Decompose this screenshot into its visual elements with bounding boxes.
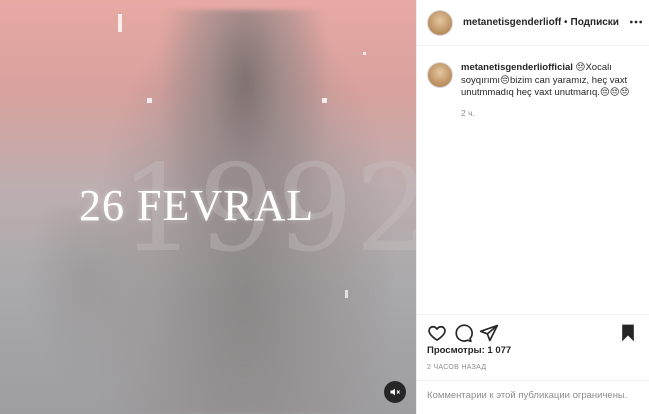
header-separator: • (564, 17, 568, 28)
comment-icon[interactable] (453, 323, 473, 343)
caption-username[interactable]: metanetisgenderliofficial (461, 62, 573, 73)
author-avatar[interactable] (427, 9, 453, 36)
more-horizontal-icon[interactable] (628, 14, 644, 30)
heart-icon[interactable] (427, 323, 447, 343)
post-header: metanetisgenderlioffi • Подписки (417, 0, 649, 46)
caption-section: metanetisgenderliofficial 😔Xocalı soyqır… (417, 46, 649, 314)
video-specks (118, 14, 366, 298)
author-username[interactable]: metanetisgenderlioffi (463, 17, 561, 28)
caption-row: metanetisgenderliofficial 😔Xocalı soyqır… (427, 62, 640, 100)
post-video[interactable]: 1992 26 FEVRAL (0, 0, 416, 414)
speaker-muted-icon (390, 388, 400, 396)
view-count[interactable]: Просмотры: 1 077 (427, 345, 511, 356)
share-icon[interactable] (479, 323, 499, 343)
post-modal: 1992 26 FEVRAL metanetisgenderlioffi • П… (0, 0, 649, 414)
mute-button[interactable] (384, 381, 406, 403)
following-button[interactable]: Подписки (571, 17, 619, 28)
caption-text: metanetisgenderliofficial 😔Xocalı soyqır… (461, 62, 631, 100)
post-sidebar: metanetisgenderlioffi • Подписки metanet… (416, 0, 649, 414)
post-date[interactable]: 2 ЧАСОВ НАЗАД (427, 364, 486, 371)
bookmark-icon[interactable] (618, 323, 638, 343)
caption-avatar[interactable] (427, 62, 453, 88)
comments-disabled-notice: Комментарии к этой публикации ограничены… (417, 380, 649, 414)
caption-time: 2 ч. (461, 107, 475, 118)
